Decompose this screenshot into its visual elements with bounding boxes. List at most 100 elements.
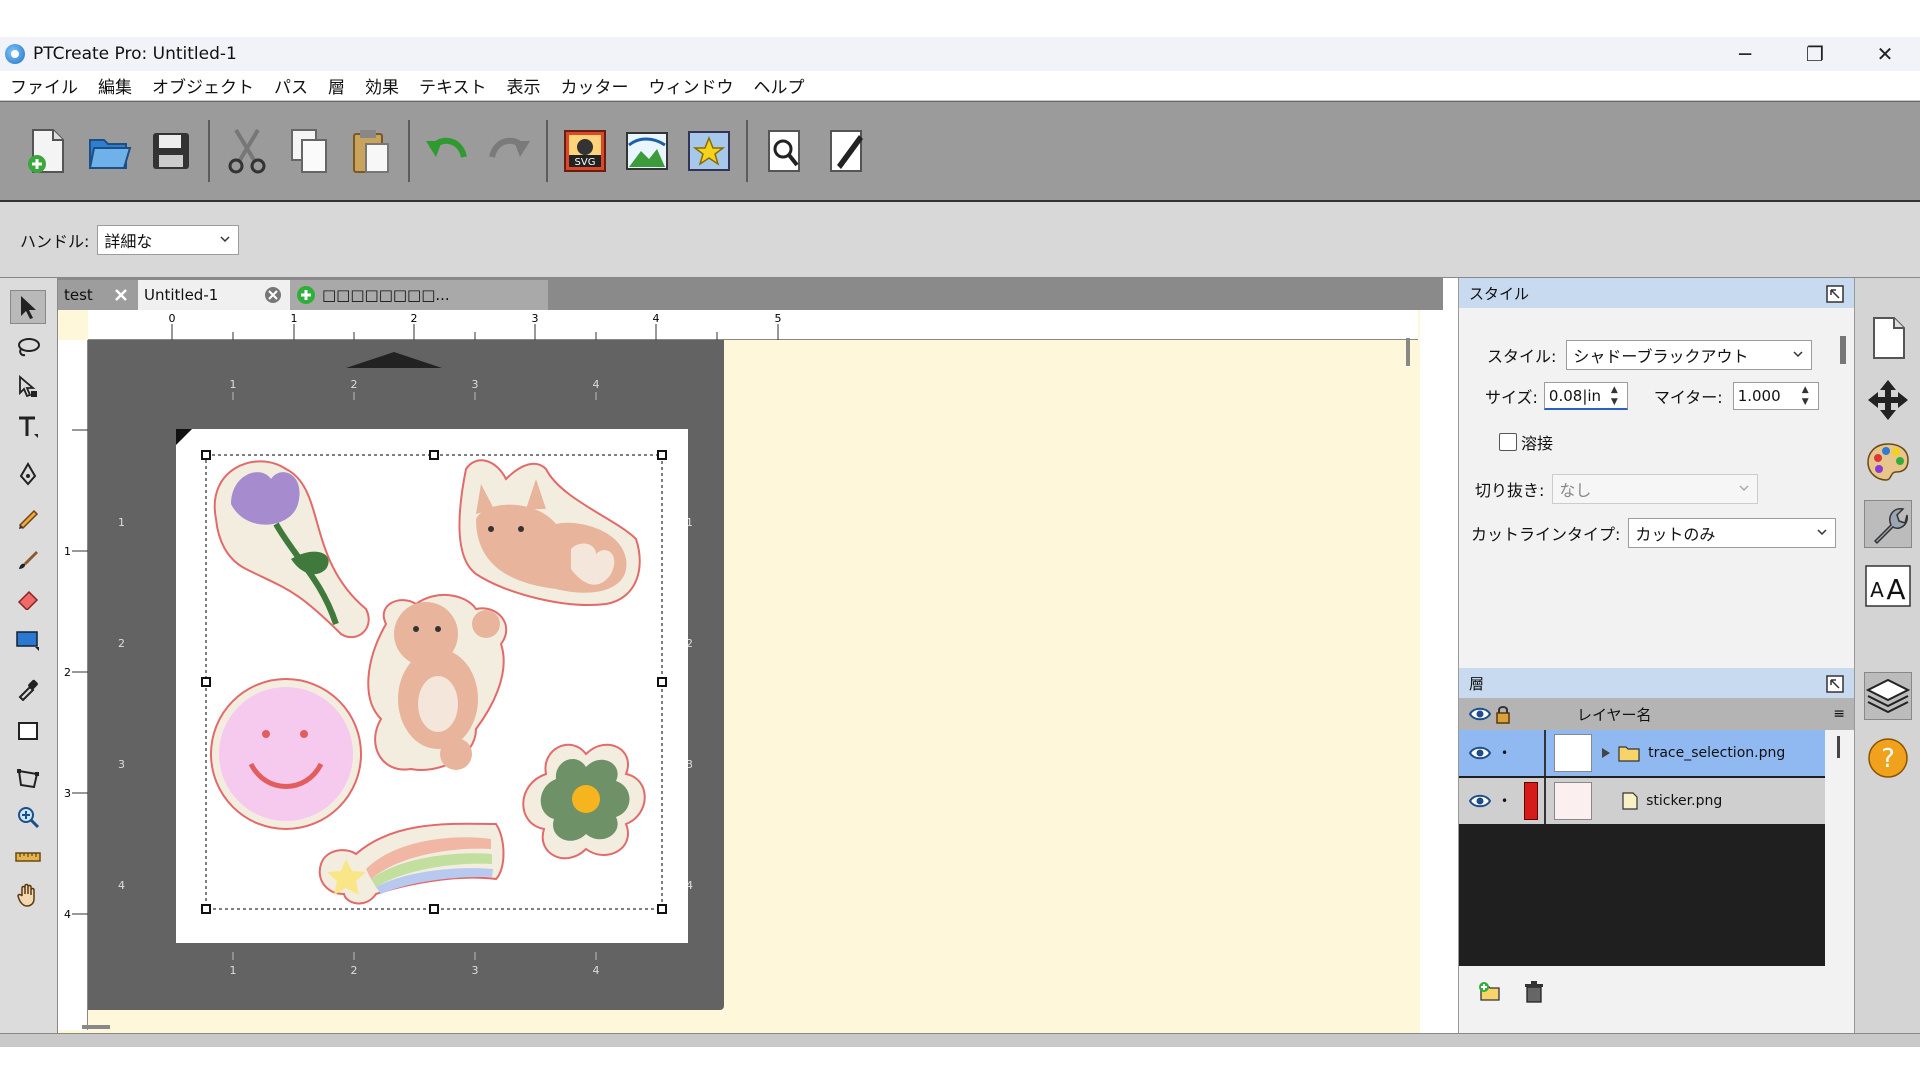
corgi-sticker[interactable] [458, 459, 641, 606]
zoom-tool[interactable] [10, 800, 46, 834]
expand-panel-icon[interactable] [1825, 674, 1845, 694]
help-panel-button[interactable]: ? [1864, 734, 1912, 782]
miter-input[interactable]: 1.000 ▲ ▼ [1732, 382, 1819, 410]
style-panel-button[interactable] [1864, 500, 1912, 548]
eye-icon [1469, 707, 1491, 721]
menu-window[interactable]: ウィンドウ [639, 73, 744, 98]
shape-tool[interactable] [10, 624, 46, 658]
copy-button[interactable] [282, 121, 336, 181]
eye-icon[interactable] [1469, 793, 1491, 809]
panel-switcher: AA ? [1854, 278, 1920, 1033]
cut-button[interactable] [220, 121, 274, 181]
brush-tool[interactable] [10, 542, 46, 576]
handle-select[interactable]: 詳細な [97, 224, 240, 255]
layers-panel-button[interactable] [1864, 672, 1912, 720]
transform-tool[interactable] [10, 762, 46, 796]
pencil-tool[interactable] [10, 500, 46, 534]
position-panel-button[interactable] [1864, 376, 1912, 424]
trash-icon[interactable] [1523, 980, 1545, 1004]
eye-icon[interactable] [1469, 745, 1491, 761]
miter-stepper[interactable]: ▲ ▼ [1802, 385, 1816, 407]
tab-untitled-1[interactable]: Untitled-1 [138, 280, 290, 310]
menu-cutter[interactable]: カッター [551, 73, 639, 98]
smiley-sticker[interactable] [210, 678, 362, 830]
select-tool[interactable] [10, 290, 46, 324]
lasso-tool[interactable] [10, 330, 46, 364]
layer-thumbnail [1554, 734, 1593, 772]
sticker-sheet[interactable] [176, 429, 688, 943]
layer-row[interactable]: • trace_selection.png [1459, 730, 1825, 776]
menu-object[interactable]: オブジェクト [142, 73, 264, 98]
layers-scrollbar[interactable] [1837, 736, 1840, 758]
bear-sticker[interactable] [367, 593, 508, 771]
eraser-tool[interactable] [10, 582, 46, 616]
left-ruler-ticks: 1 2 3 4 [64, 429, 88, 921]
layer-row[interactable]: • sticker.png [1459, 778, 1825, 824]
measure-tool[interactable] [10, 840, 46, 874]
eyedropper-tool[interactable] [10, 672, 46, 706]
document-panel-button[interactable] [1864, 314, 1912, 362]
options-bar: ハンドル: 詳細な [0, 202, 1920, 278]
preview-button[interactable] [758, 121, 812, 181]
tab-test[interactable]: test [58, 280, 138, 310]
pen-tool[interactable] [10, 458, 46, 492]
redo-button[interactable] [482, 121, 536, 181]
minimize-button[interactable]: ─ [1710, 37, 1780, 71]
style-panel-scrollbar[interactable] [1840, 336, 1846, 364]
menu-layer[interactable]: 層 [318, 73, 355, 98]
weld-row: 溶接 [1499, 430, 1553, 454]
style-select[interactable]: シャドーブラックアウト [1566, 340, 1813, 370]
layer-menu-icon[interactable]: ≡ [1833, 706, 1845, 722]
plus-circle-icon [297, 286, 315, 304]
menu-edit[interactable]: 編集 [88, 73, 142, 98]
size-input[interactable]: 0.08|in ▲ ▼ [1543, 382, 1628, 410]
vertical-scrollbar[interactable] [1406, 338, 1410, 366]
undo-button[interactable] [420, 121, 474, 181]
edit-button[interactable] [820, 121, 874, 181]
favorites-button[interactable] [682, 121, 736, 181]
layer-color-swatch[interactable] [1524, 782, 1539, 820]
size-stepper[interactable]: ▲ ▼ [1611, 385, 1625, 407]
menu-path[interactable]: パス [264, 73, 318, 98]
node-select-tool[interactable] [10, 370, 46, 404]
horizontal-scrollbar[interactable] [82, 1025, 110, 1029]
restore-button[interactable]: ❐ [1780, 37, 1850, 71]
clip-select[interactable]: なし [1552, 474, 1759, 504]
tulip-sticker[interactable] [213, 460, 370, 639]
close-icon[interactable] [112, 286, 130, 304]
size-input-value: 0.08|in [1548, 386, 1602, 405]
paste-button[interactable] [344, 121, 398, 181]
flower-sticker[interactable] [522, 743, 646, 860]
title-bar: PTCreate Pro: Untitled-1 ─ ❐ ✕ [0, 37, 1920, 71]
expand-panel-icon[interactable] [1825, 284, 1845, 304]
tab-new-document[interactable]: □□□□□□□□... [290, 280, 548, 310]
expand-triangle-icon[interactable] [1600, 746, 1612, 760]
new-document-button[interactable] [20, 121, 74, 181]
miter-input-value: 1.000 [1737, 387, 1781, 405]
weld-checkbox[interactable] [1499, 433, 1517, 451]
menu-effects[interactable]: 効果 [355, 73, 409, 98]
shooting-star-sticker[interactable] [318, 822, 505, 905]
import-image-button[interactable] [620, 121, 674, 181]
hand-tool[interactable] [10, 878, 46, 912]
add-layer-icon[interactable] [1477, 980, 1503, 1002]
close-window-button[interactable]: ✕ [1850, 37, 1920, 71]
text-panel-button[interactable]: AA [1864, 562, 1912, 610]
canvas-area[interactable]: 0 1 2 3 4 5 1 2 3 4 1 2 3 4 1 2 3 4 1 2 … [58, 310, 1420, 1033]
miter-label: マイター: [1653, 388, 1723, 407]
cutline-select[interactable]: カットのみ [1628, 518, 1837, 548]
eraser-icon [17, 590, 39, 610]
menu-file[interactable]: ファイル [0, 73, 88, 98]
save-button[interactable] [144, 121, 198, 181]
import-svg-button[interactable]: SVG [558, 121, 612, 181]
cutline-select-value: カットのみ [1635, 525, 1716, 544]
text-tool[interactable] [10, 410, 46, 444]
rectangle-shape-icon [16, 631, 39, 651]
open-button[interactable] [82, 121, 136, 181]
color-panel-button[interactable] [1864, 438, 1912, 486]
menu-help[interactable]: ヘルプ [744, 73, 815, 98]
menu-text[interactable]: テキスト [409, 73, 497, 98]
fill-tool[interactable] [10, 714, 46, 748]
menu-view[interactable]: 表示 [497, 73, 551, 98]
close-circle-icon[interactable] [264, 286, 282, 304]
